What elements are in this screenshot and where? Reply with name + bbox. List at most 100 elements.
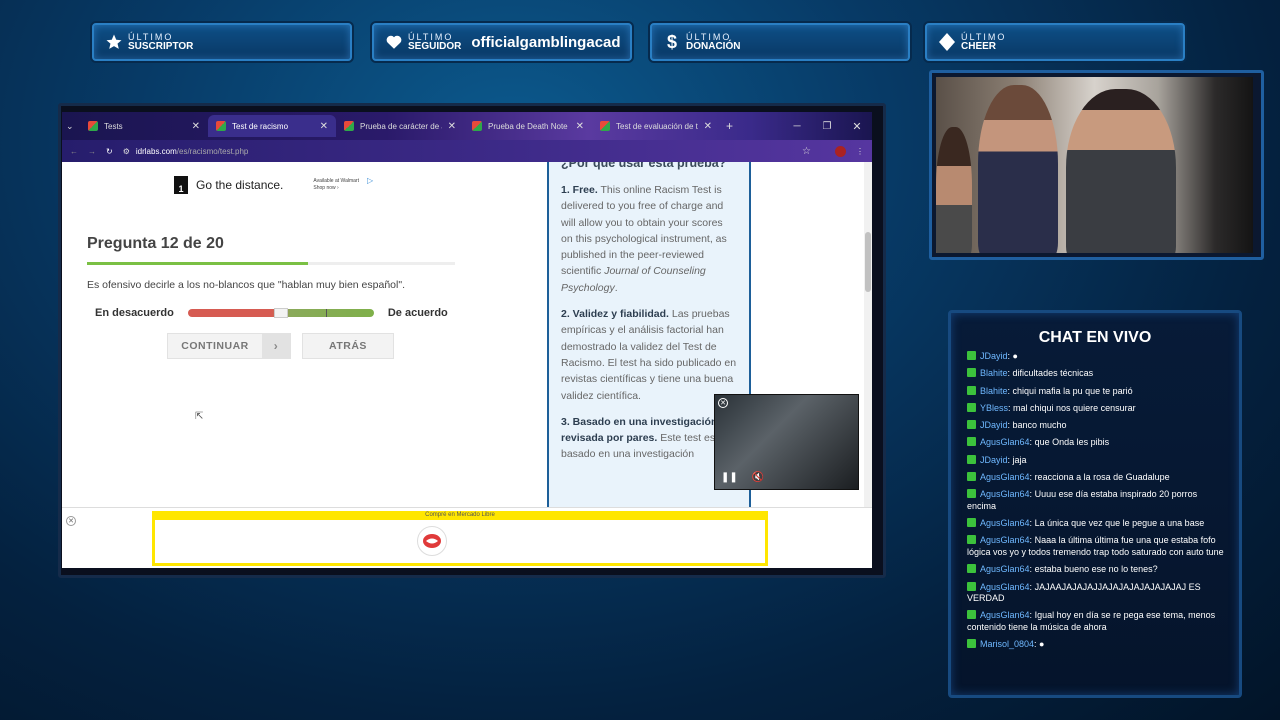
new-tab-button[interactable]: + — [726, 119, 733, 133]
ad-side-line2: Shop now › — [313, 185, 339, 191]
chat-username[interactable]: AgusGlan64 — [980, 535, 1030, 545]
favicon-icon — [472, 121, 482, 131]
continue-label: CONTINUAR — [181, 340, 249, 352]
mute-icon[interactable]: 🔇 — [752, 472, 764, 483]
menu-kebab-icon[interactable]: ⋮ — [856, 147, 864, 156]
address-bar: ← → ↻ ⚙ idrlabs.com/es/racismo/test.php … — [62, 140, 872, 162]
tab-tests[interactable]: Tests ✕ — [80, 115, 208, 137]
streamer-left — [978, 85, 1058, 253]
continue-button[interactable]: CONTINUAR › — [167, 333, 291, 359]
banner-label: Compré en Mercado Libre — [425, 512, 495, 518]
close-icon[interactable]: ✕ — [320, 121, 328, 132]
chat-text: ● — [1036, 639, 1045, 650]
chat-text: dificultades técnicas — [1010, 368, 1094, 379]
back-icon[interactable]: ← — [70, 147, 78, 156]
scale-right-label: De acuerdo — [387, 307, 448, 319]
chat-badge-icon — [967, 535, 976, 545]
ad-slogan: Go the distance. — [196, 178, 284, 192]
chat-badge-icon — [967, 385, 976, 395]
streamer-edge — [936, 127, 972, 253]
site-info-icon[interactable]: ⚙ — [123, 147, 130, 156]
close-icon[interactable]: ✕ — [704, 121, 712, 132]
chat-message: AgusGlan64: Igual hoy en día se re pega … — [967, 610, 1227, 633]
chat-message: AgusGlan64: Naaa la última última fue un… — [967, 535, 1227, 558]
slider-handle[interactable] — [273, 308, 288, 318]
tab-evaluation-test[interactable]: Test de evaluación de tr ✕ — [592, 115, 720, 137]
tab-title: Test de evaluación de tr — [616, 121, 698, 131]
chat-username[interactable]: AgusGlan64 — [980, 489, 1030, 499]
close-icon[interactable]: ✕ — [66, 516, 76, 526]
chat-message: JDayid: jaja — [967, 454, 1227, 467]
bookmark-star-icon[interactable]: ☆ — [802, 146, 811, 157]
back-label: ATRÁS — [329, 340, 367, 352]
back-button[interactable]: ATRÁS — [302, 333, 394, 359]
url-path: /es/racismo/test.php — [176, 146, 249, 156]
reload-icon[interactable]: ↻ — [106, 147, 113, 156]
tab-search-icon[interactable]: ⌄ — [66, 121, 80, 132]
scale-left-label: En desacuerdo — [95, 307, 174, 319]
sidebar-heading: ¿Por qué usar esta prueba? — [561, 162, 727, 170]
browser-window: ⌄ Tests ✕ Test de racismo ✕ Prueba de ca… — [62, 112, 872, 568]
forward-icon[interactable]: → — [88, 147, 96, 156]
page-content: 1 Go the distance. Available at Walmart … — [62, 162, 872, 568]
tab-title: Prueba de carácter de Ju — [360, 121, 442, 131]
minimize-icon[interactable]: ─ — [782, 121, 812, 132]
agreement-slider[interactable] — [187, 308, 374, 318]
close-icon[interactable]: ✕ — [448, 121, 456, 132]
scroll-thumb[interactable] — [865, 232, 871, 292]
tab-character-test[interactable]: Prueba de carácter de Ju ✕ — [336, 115, 464, 137]
chat-username[interactable]: JDayid — [980, 351, 1008, 361]
chat-message: Blahite: dificultades técnicas — [967, 368, 1227, 380]
close-window-icon[interactable]: ✕ — [842, 120, 872, 133]
chat-text: La única que vez que le pegue a una base — [1032, 518, 1205, 529]
chat-badge-icon — [967, 402, 976, 412]
chat-username[interactable]: JDayid — [980, 420, 1008, 430]
restore-icon[interactable]: ❐ — [812, 121, 842, 132]
chat-username[interactable]: JDayid — [980, 455, 1008, 465]
chat-username[interactable]: AgusGlan64 — [980, 518, 1030, 528]
tab-death-note-test[interactable]: Prueba de Death Note ✕ — [464, 115, 592, 137]
mobil-ad[interactable]: 1 Go the distance. Available at Walmart … — [174, 176, 373, 194]
chat-text: que Onda les pibis — [1032, 437, 1110, 448]
favicon-icon — [88, 121, 98, 131]
chat-username[interactable]: Blahite — [980, 386, 1008, 396]
close-icon[interactable]: ✕ — [718, 398, 728, 408]
chevron-right-icon: › — [262, 334, 290, 358]
close-icon[interactable]: ✕ — [576, 121, 584, 132]
tab-racism-test[interactable]: Test de racismo ✕ — [208, 115, 336, 137]
profile-avatar-icon[interactable] — [835, 145, 846, 157]
chat-message: AgusGlan64: Uuuu ese día estaba inspirad… — [967, 489, 1227, 512]
chat-username[interactable]: AgusGlan64 — [980, 582, 1030, 592]
ad-side-line1: Available at Walmart — [313, 178, 359, 184]
chat-username[interactable]: AgusGlan64 — [980, 472, 1030, 482]
chat-message: AgusGlan64: reacciona a la rosa de Guada… — [967, 472, 1227, 484]
chat-username[interactable]: Blahite — [980, 368, 1008, 378]
mercado-libre-banner[interactable]: Compré en Mercado Libre — [152, 511, 768, 566]
chat-message: AgusGlan64: estaba bueno ese no lo tenes… — [967, 564, 1227, 576]
chat-message: AgusGlan64: La única que vez que le pegu… — [967, 518, 1227, 530]
chat-badge-icon — [967, 454, 976, 464]
stat-latest-donation: $ ÚLTIMO DONACIÓN — [650, 23, 910, 61]
mercado-libre-logo-icon — [417, 526, 447, 556]
ad-side-text: Available at Walmart Shop now › — [313, 178, 359, 192]
sidebar-point-2: 2. Validez y fiabilidad. Las pruebas emp… — [561, 306, 737, 404]
pause-icon[interactable]: ❚❚ — [721, 472, 738, 483]
chat-username[interactable]: YBless — [980, 403, 1008, 413]
url-field[interactable]: ⚙ idrlabs.com/es/racismo/test.php — [123, 147, 792, 156]
question-title: Pregunta 12 de 20 — [87, 235, 224, 252]
chat-text: jaja — [1010, 454, 1027, 465]
chat-text: estaba bueno ese no lo tenes? — [1032, 564, 1158, 575]
chat-username[interactable]: AgusGlan64 — [980, 437, 1030, 447]
stat-value: officialgamblingacad — [471, 33, 621, 51]
point-2-title: 2. Validez y fiabilidad. — [561, 308, 669, 321]
close-icon[interactable]: ✕ — [192, 121, 200, 132]
chat-badge-icon — [967, 639, 976, 649]
page-scrollbar[interactable] — [864, 162, 872, 507]
chat-username[interactable]: AgusGlan64 — [980, 610, 1030, 620]
chat-text: chiqui mafia la pu que te parió — [1010, 385, 1133, 396]
chat-username[interactable]: AgusGlan64 — [980, 564, 1030, 574]
ad-choices-icon[interactable]: ▷ — [367, 176, 373, 185]
bottom-ad: ✕ Compré en Mercado Libre — [62, 507, 872, 568]
chat-username[interactable]: Marisol_0804 — [980, 639, 1034, 649]
floating-video-player[interactable]: ✕ ❚❚ 🔇 — [714, 394, 859, 490]
